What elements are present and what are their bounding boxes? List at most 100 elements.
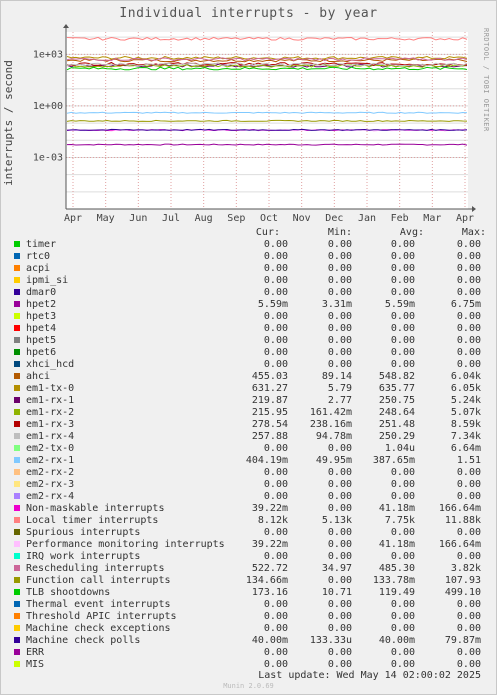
legend-max-value: 6.64m (450, 443, 481, 454)
x-tick-label: Aug (195, 213, 213, 224)
legend-swatch (14, 517, 20, 523)
legend-max-value: 0.00 (456, 335, 481, 346)
legend-series-name: em1-rx-3 (26, 419, 75, 430)
legend-max-value: 5.24k (450, 395, 481, 406)
legend-max-value: 11.88k (444, 515, 481, 526)
legend-series-name: IRQ work interrupts (26, 551, 141, 562)
legend-series-name: em2-rx-2 (26, 467, 75, 478)
legend-row: dmar0 0.00 0.00 0.00 0.00 (0, 287, 497, 299)
legend-swatch (14, 661, 20, 667)
legend-row: em1-rx-3 278.54 238.16m 251.48 8.59k (0, 419, 497, 431)
legend-row: ahci 455.03 89.14 548.82 6.04k (0, 371, 497, 383)
legend-series-name: em2-rx-3 (26, 479, 75, 490)
legend-series-name: xhci_hcd (26, 359, 75, 370)
legend-row: hpet2 5.59m 3.31m 5.59m 6.75m (0, 299, 497, 311)
legend-swatch (14, 589, 20, 595)
legend-max-value: 0.00 (456, 239, 481, 250)
legend-max-value: 166.64m (438, 539, 481, 550)
legend-swatch (14, 325, 20, 331)
legend-row: Local timer interrupts 8.12k 5.13k 7.75k 11.… (0, 515, 497, 527)
plot-area: Apr May Jun Jul Aug Sep Oct Nov Dec Jan Feb Mar Apr 1… (33, 24, 476, 224)
legend-swatch (14, 457, 20, 463)
x-tick-label: Dec (325, 213, 343, 224)
legend-series-name: Machine check polls (26, 635, 141, 646)
legend-max-value: 0.00 (456, 527, 481, 538)
legend-swatch (14, 385, 20, 391)
x-tick-label: Jul (162, 213, 180, 224)
legend-swatch (14, 481, 20, 487)
x-tick-label: Nov (293, 213, 311, 224)
legend-swatch (14, 613, 20, 619)
legend-row: em2-rx-2 0.00 0.00 0.00 0.00 (0, 467, 497, 479)
legend-series-name: em2-rx-4 (26, 491, 75, 502)
x-tick-label: Apr (456, 213, 474, 224)
legend-series-name: hpet2 (26, 299, 57, 310)
legend-max-value: 0.00 (456, 491, 481, 502)
legend-swatch (14, 265, 20, 271)
legend-swatch (14, 577, 20, 583)
legend-swatch (14, 433, 20, 439)
legend-row: acpi 0.00 0.00 0.00 0.00 (0, 263, 497, 275)
legend-row: em2-rx-4 0.00 0.00 0.00 0.00 (0, 491, 497, 503)
legend-series-name: ahci (26, 371, 51, 382)
legend-series-name: Rescheduling interrupts (26, 563, 165, 574)
y-axis-arrow (63, 24, 69, 28)
legend-row: em1-rx-1 219.87 2.77 250.75 5.24k (0, 395, 497, 407)
x-tick-label: Feb (391, 213, 409, 224)
y-tick-label: 1e+03 (33, 49, 63, 60)
legend-swatch (14, 313, 20, 319)
legend-series-name: ipmi_si (26, 275, 69, 286)
legend-series-name: Thermal event interrupts (26, 599, 171, 610)
legend-max-value: 0.00 (456, 251, 481, 262)
legend-row: Performance monitoring interrupts 39.22m 0… (0, 539, 497, 551)
legend-series-name: em2-tx-0 (26, 443, 75, 454)
legend-row: em1-tx-0 631.27 5.79 635.77 6.05k (0, 383, 497, 395)
legend-series-name: TLB shootdowns (26, 587, 111, 598)
legend-max-value: 6.05k (450, 383, 481, 394)
legend-max-value: 107.93 (444, 575, 481, 586)
legend-swatch (14, 565, 20, 571)
legend-row: Machine check polls 40.00m 133.33u 40.00m 79… (0, 635, 497, 647)
legend-series-name: ERR (26, 647, 45, 658)
legend-max-value: 0.00 (456, 287, 481, 298)
legend-series-name: Spurious interrupts (26, 527, 141, 538)
legend-swatch (14, 409, 20, 415)
legend-series-name: Threshold APIC interrupts (26, 611, 177, 622)
legend-max-value: 0.00 (456, 275, 481, 286)
x-tick-label: May (97, 213, 115, 224)
legend-row: rtc0 0.00 0.00 0.00 0.00 (0, 251, 497, 263)
legend-row: hpet5 0.00 0.00 0.00 0.00 (0, 335, 497, 347)
legend-max-value: 0.00 (456, 263, 481, 274)
legend-max-value: 0.00 (456, 659, 481, 670)
x-tick-label: Oct (260, 213, 278, 224)
legend-row: IRQ work interrupts 0.00 0.00 0.00 0.00 (0, 551, 497, 563)
legend-swatch (14, 601, 20, 607)
x-tick-label: Sep (227, 213, 245, 224)
legend-row: em1-rx-2 215.95 161.42m 248.64 5.07k (0, 407, 497, 419)
legend-swatch (14, 493, 20, 499)
legend-swatch (14, 361, 20, 367)
legend-max-value: 6.04k (450, 371, 481, 382)
legend-row: Spurious interrupts 0.00 0.00 0.00 0.00 (0, 527, 497, 539)
legend-swatch (14, 505, 20, 511)
legend-row: hpet3 0.00 0.00 0.00 0.00 (0, 311, 497, 323)
legend-row: timer 0.00 0.00 0.00 0.00 (0, 239, 497, 251)
munin-version: Munin 2.0.69 (223, 682, 274, 690)
legend-max-value: 0.00 (456, 311, 481, 322)
legend-series-name: em1-rx-4 (26, 431, 75, 442)
legend-swatch (14, 649, 20, 655)
header-max: Max: (461, 227, 486, 238)
legend-swatch (14, 469, 20, 475)
x-axis-arrow (472, 206, 476, 212)
legend-swatch (14, 553, 20, 559)
y-tick-label: 1e+00 (33, 101, 63, 112)
legend-header: Cur: Min: Avg: Max: (0, 227, 497, 239)
legend-row: Thermal event interrupts 0.00 0.00 0.00 0.00 (0, 599, 497, 611)
legend-max-value: 0.00 (456, 359, 481, 370)
legend-max-value: 499.10 (444, 587, 481, 598)
legend-max-value: 0.00 (456, 323, 481, 334)
legend-max-value: 0.00 (456, 599, 481, 610)
legend-series-name: acpi (26, 263, 51, 274)
legend-row: Machine check exceptions 0.00 0.00 0.00 0.00 (0, 623, 497, 635)
legend-swatch (14, 637, 20, 643)
